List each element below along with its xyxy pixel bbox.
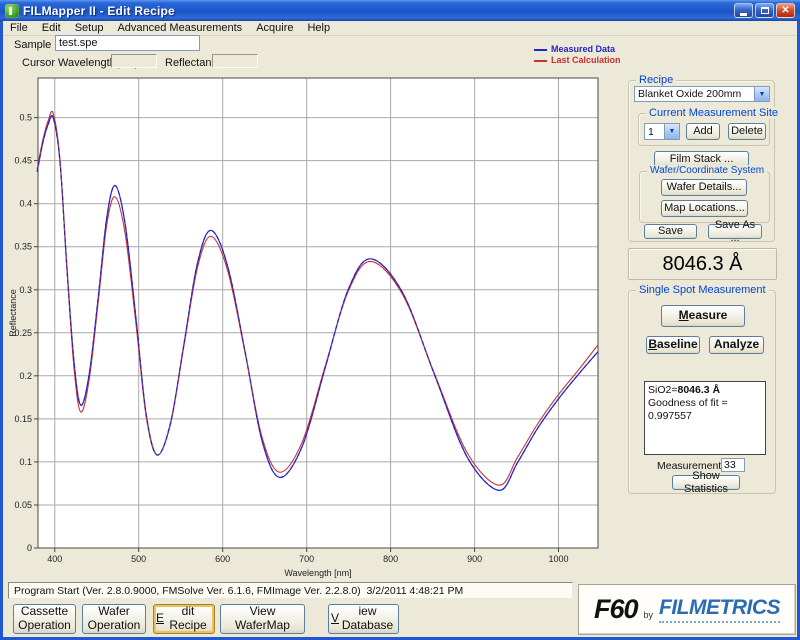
single-spot-group-label: Single Spot Measurement: [636, 284, 769, 296]
site-selected-value: 1: [645, 126, 664, 138]
result-thickness-line: SiO2=8046.3 Å: [648, 384, 762, 397]
svg-text:800: 800: [383, 554, 398, 564]
show-statistics-button[interactable]: Show Statistics: [672, 475, 740, 490]
analyze-button[interactable]: Analyze: [709, 336, 764, 354]
title-bar[interactable]: FILMapper II - Edit Recipe ✕: [0, 0, 800, 21]
cursor-wavelength-field[interactable]: [111, 54, 157, 68]
restore-icon: [761, 7, 769, 14]
save-button[interactable]: Save: [644, 224, 697, 239]
f60-filmetrics-logo: F60 by FILMETRICS: [578, 584, 796, 635]
close-button[interactable]: ✕: [776, 3, 795, 18]
svg-text:0.1: 0.1: [19, 457, 32, 467]
map-locations-button[interactable]: Map Locations...: [661, 200, 748, 217]
app-icon: [5, 4, 19, 18]
delete-button[interactable]: Delete: [728, 123, 766, 140]
svg-text:1000: 1000: [548, 554, 568, 564]
window-title: FILMapper II - Edit Recipe: [23, 4, 175, 18]
svg-text:0.05: 0.05: [14, 500, 32, 510]
svg-text:0.45: 0.45: [14, 156, 32, 166]
single-spot-measurement-group: Single Spot Measurement Measure Baseline…: [628, 290, 776, 494]
minimize-button[interactable]: [734, 3, 753, 18]
menu-setup[interactable]: Setup: [68, 21, 111, 36]
svg-text:0.3: 0.3: [19, 285, 32, 295]
add-button[interactable]: Add: [686, 123, 720, 140]
measurement-site-group: Current Measurement Site 1 ▼ Add Delete: [638, 113, 770, 146]
measurement-site-group-label: Current Measurement Site: [646, 107, 781, 119]
app-window: FILMapper II - Edit Recipe ✕ File Edit S…: [0, 0, 800, 640]
reflectance-field[interactable]: [212, 54, 258, 68]
save-as-button[interactable]: Save As ...: [708, 224, 762, 239]
svg-text:0.4: 0.4: [19, 199, 32, 209]
recipe-selected-value: Blanket Oxide 200mm: [635, 88, 754, 100]
recipe-select[interactable]: Blanket Oxide 200mm ▼: [634, 86, 770, 102]
svg-text:0.35: 0.35: [14, 242, 32, 252]
result-goodness-line: Goodness of fit = 0.997557: [648, 397, 762, 423]
wafer-coordinate-group: Wafer/Coordinate System Wafer Details...…: [639, 171, 770, 223]
menu-help[interactable]: Help: [300, 21, 337, 36]
svg-text:0: 0: [27, 543, 32, 553]
svg-text:700: 700: [299, 554, 314, 564]
menu-acquire[interactable]: Acquire: [249, 21, 300, 36]
svg-text:500: 500: [131, 554, 146, 564]
sample-id-input[interactable]: [55, 35, 200, 51]
wafer-coordinate-group-label: Wafer/Coordinate System: [647, 165, 767, 176]
edit-recipe-button[interactable]: Edit Recipe: [153, 604, 215, 634]
site-dropdown-arrow-icon[interactable]: ▼: [664, 124, 679, 139]
menu-edit[interactable]: Edit: [35, 21, 68, 36]
result-thickness-value: 8046.3 Å: [677, 384, 720, 396]
recipe-group: Recipe Blanket Oxide 200mm ▼ Current Mea…: [628, 80, 775, 242]
reflectance-spectrum-chart[interactable]: 400500600700800900100000.050.10.150.20.2…: [8, 70, 620, 582]
svg-text:900: 900: [467, 554, 482, 564]
menu-bar: File Edit Setup Advanced Measurements Ac…: [3, 21, 797, 36]
menu-file[interactable]: File: [3, 21, 35, 36]
filmetrics-logo-text: FILMETRICS: [659, 596, 780, 623]
status-bar: Program Start (Ver. 2.8.0.9000, FMSolve …: [8, 582, 573, 599]
svg-text:Reflectance: Reflectance: [8, 289, 18, 337]
svg-text:400: 400: [47, 554, 62, 564]
measured-series-swatch: [534, 49, 547, 51]
restore-button[interactable]: [755, 3, 774, 18]
svg-text:0.15: 0.15: [14, 414, 32, 424]
recipe-group-label: Recipe: [636, 74, 676, 86]
cassette-operation-button[interactable]: Cassette Operation: [13, 604, 76, 634]
wafer-operation-button[interactable]: Wafer Operation: [82, 604, 146, 634]
svg-text:0.5: 0.5: [19, 113, 32, 123]
logo-by-text: by: [644, 610, 654, 620]
calculated-series-swatch: [534, 60, 547, 62]
calculated-series-label: Last Calculation: [551, 55, 621, 66]
menu-advanced-measurements[interactable]: Advanced Measurements: [110, 21, 249, 36]
site-select[interactable]: 1 ▼: [644, 123, 680, 140]
svg-text:Wavelength [nm]: Wavelength [nm]: [284, 568, 351, 578]
close-icon: ✕: [781, 6, 789, 16]
svg-text:600: 600: [215, 554, 230, 564]
view-database-button[interactable]: View Database: [328, 604, 399, 634]
thickness-value-display: 8046.3 Å: [628, 248, 777, 280]
measure-button[interactable]: Measure: [661, 305, 745, 327]
f60-logo-text: F60: [594, 594, 638, 625]
recipe-dropdown-arrow-icon[interactable]: ▼: [754, 87, 769, 101]
view-wafermap-button[interactable]: View WaferMap: [220, 604, 305, 634]
results-box: SiO2=8046.3 Å Goodness of fit = 0.997557: [644, 381, 766, 455]
svg-text:0.2: 0.2: [19, 371, 32, 381]
measured-series-label: Measured Data: [551, 44, 615, 55]
wafer-details-button[interactable]: Wafer Details...: [661, 179, 747, 196]
chart-legend: Measured Data Last Calculation: [534, 44, 621, 66]
minimize-icon: [740, 13, 747, 16]
baseline-button[interactable]: Baseline: [646, 336, 700, 354]
